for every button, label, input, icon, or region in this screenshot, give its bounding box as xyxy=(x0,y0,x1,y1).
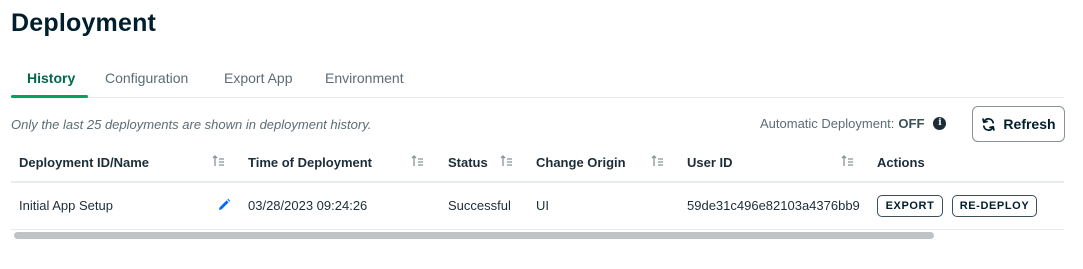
automatic-deployment-label: Automatic Deployment: xyxy=(760,116,895,131)
table-row: Initial App Setup 03/28/2023 09:24:26 Su… xyxy=(11,185,1064,229)
tab-configuration[interactable]: Configuration xyxy=(105,70,188,86)
refresh-icon xyxy=(982,117,996,131)
refresh-label: Refresh xyxy=(1003,116,1056,132)
column-header-actions: Actions xyxy=(877,155,925,170)
table-header-row: Deployment ID/Name Time of Deployment St… xyxy=(11,145,1064,183)
deployment-history-table: Deployment ID/Name Time of Deployment St… xyxy=(11,145,1064,243)
info-icon[interactable]: i xyxy=(933,117,947,130)
automatic-deployment-status: Automatic Deployment: OFF i xyxy=(760,116,947,131)
scrollbar-thumb[interactable] xyxy=(14,232,934,239)
active-tab-indicator xyxy=(11,95,88,98)
column-header-change-origin: Change Origin xyxy=(536,155,626,170)
export-button[interactable]: EXPORT xyxy=(877,195,943,217)
sort-icon[interactable] xyxy=(212,155,225,168)
column-header-status: Status xyxy=(448,155,488,170)
deployment-user-id: 59de31c496e82103a4376bb9 xyxy=(687,198,860,213)
refresh-button[interactable]: Refresh xyxy=(972,106,1065,142)
tab-bar: History Configuration Export App Environ… xyxy=(11,64,1064,98)
deployment-name: Initial App Setup xyxy=(19,198,113,213)
horizontal-scrollbar[interactable] xyxy=(11,229,1064,239)
deployment-time: 03/28/2023 09:24:26 xyxy=(248,198,368,213)
sort-icon[interactable] xyxy=(651,155,664,168)
column-header-deployment-name: Deployment ID/Name xyxy=(19,155,150,170)
deployment-status: Successful xyxy=(448,198,511,213)
deployment-change-origin: UI xyxy=(536,198,549,213)
re-deploy-button[interactable]: RE-DEPLOY xyxy=(952,195,1037,217)
edit-pencil-icon[interactable] xyxy=(217,198,231,212)
tab-history[interactable]: History xyxy=(27,70,75,86)
sort-icon[interactable] xyxy=(411,155,424,168)
tab-export-app[interactable]: Export App xyxy=(224,70,293,86)
automatic-deployment-value: OFF xyxy=(898,116,925,131)
sort-icon[interactable] xyxy=(841,155,854,168)
column-header-time: Time of Deployment xyxy=(248,155,373,170)
tab-environment[interactable]: Environment xyxy=(325,70,404,86)
page-title: Deployment xyxy=(11,9,157,37)
sort-icon[interactable] xyxy=(500,155,513,168)
column-header-user-id: User ID xyxy=(687,155,733,170)
history-info-note: Only the last 25 deployments are shown i… xyxy=(11,117,372,132)
